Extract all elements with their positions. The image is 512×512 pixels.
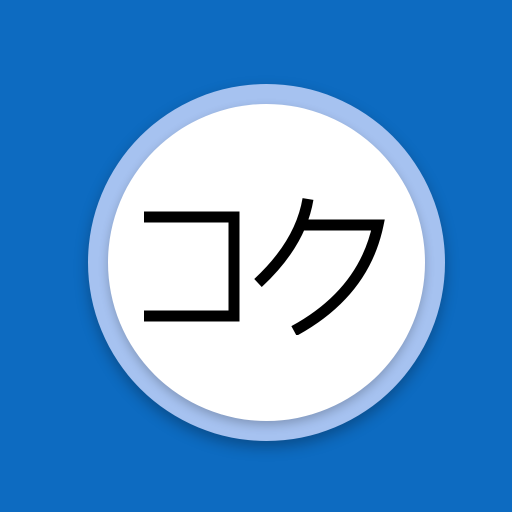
kana-koku-drawing [143,197,385,335]
kana-ku-stroke-left [253,197,313,287]
kana-ku-stroke-right [290,219,385,335]
kana-glyphs [140,195,394,335]
kana-ko-stroke [143,211,239,321]
kana-label [108,106,425,423]
app-icon[interactable]: コク [0,0,512,512]
